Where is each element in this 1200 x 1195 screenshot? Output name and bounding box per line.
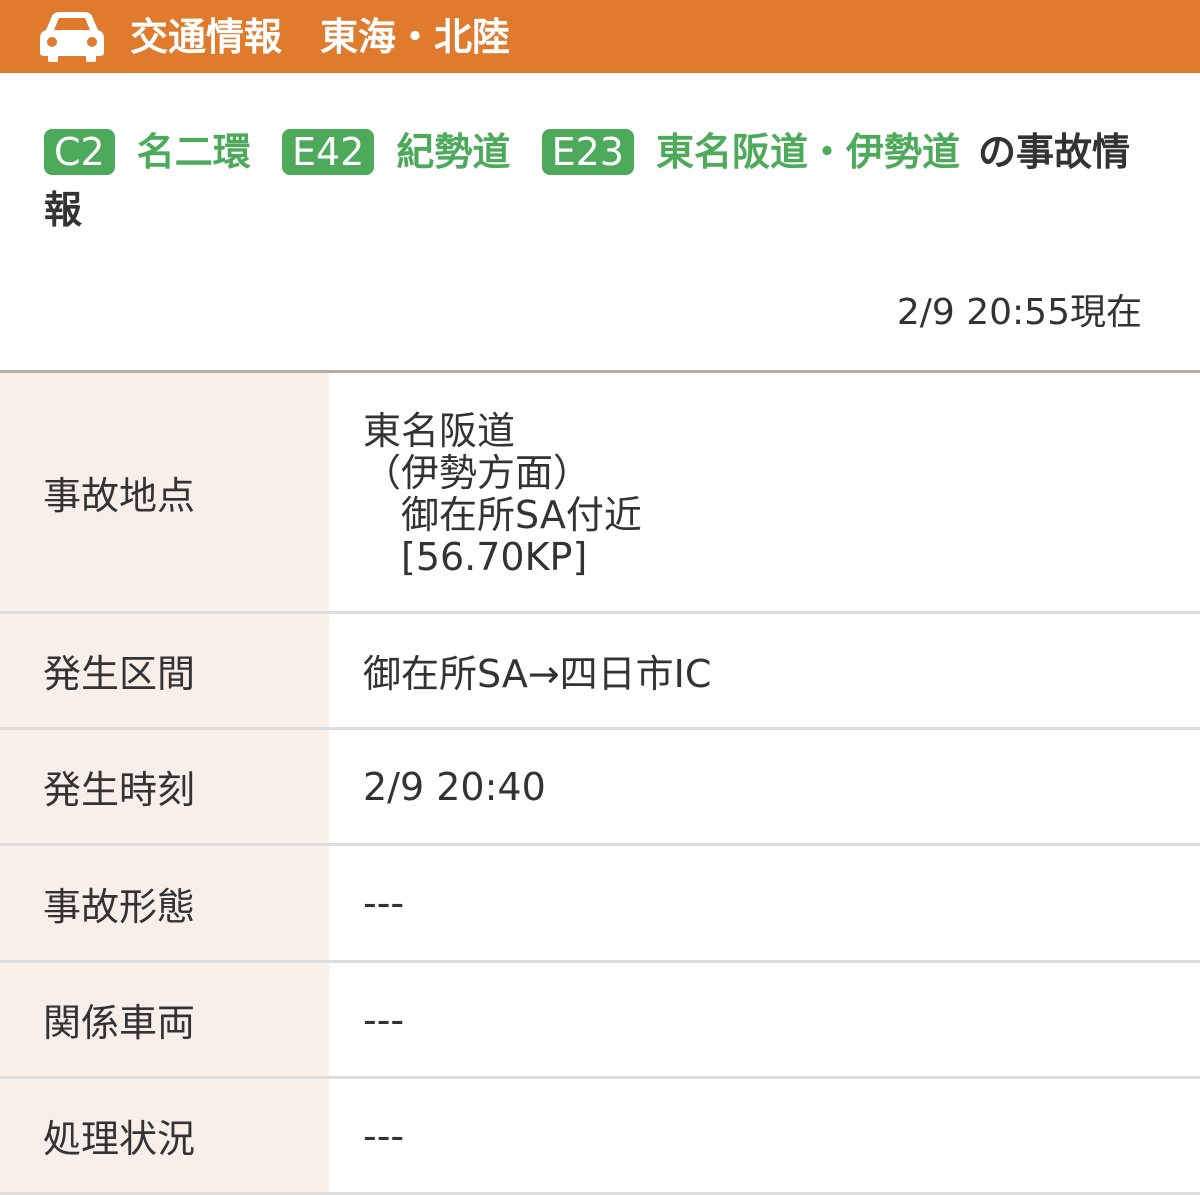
table-row: 処理状況 --- [0, 1079, 1200, 1195]
route-link[interactable]: 東名阪道・伊勢道 [656, 130, 960, 174]
row-value: 御在所SA→四日市IC [329, 614, 1200, 727]
location-line: 御在所SA付近 [363, 493, 642, 537]
row-label: 関係車両 [0, 963, 329, 1076]
location-value: 東名阪道 （伊勢方面） 御在所SA付近 [56.70KP] [363, 406, 642, 578]
table-row: 発生区間 御在所SA→四日市IC [0, 614, 1200, 730]
table-row: 事故形態 --- [0, 846, 1200, 963]
route-link[interactable]: 紀勢道 [396, 130, 510, 174]
location-line: [56.70KP] [363, 535, 588, 579]
row-value: 2/9 20:40 [329, 730, 1200, 843]
row-label: 処理状況 [0, 1079, 329, 1192]
updated-timestamp: 2/9 20:55現在 [896, 292, 1142, 333]
route-link[interactable]: 名二環 [137, 130, 251, 174]
route-badge[interactable]: E23 [541, 128, 634, 175]
row-label: 発生区間 [0, 614, 329, 727]
table-row: 発生時刻 2/9 20:40 [0, 730, 1200, 846]
row-label: 発生時刻 [0, 730, 329, 843]
accident-summary: C2 名二環 E42 紀勢道 E23 東名阪道・伊勢道 の事故情報 2/9 20:55現… [0, 73, 1200, 370]
route-list: C2 名二環 E42 紀勢道 E23 東名阪道・伊勢道 の事故情報 [44, 123, 1164, 239]
row-value: --- [329, 963, 1200, 1076]
route-badge[interactable]: C2 [44, 128, 115, 175]
header-bar: 交通情報 東海・北陸 [0, 0, 1200, 73]
table-row: 事故地点 東名阪道 （伊勢方面） 御在所SA付近 [56.70KP] [0, 373, 1200, 614]
row-value: 東名阪道 （伊勢方面） 御在所SA付近 [56.70KP] [329, 373, 1200, 611]
car-icon [40, 12, 104, 62]
table-row: 関係車両 --- [0, 963, 1200, 1079]
accident-details-table: 事故地点 東名阪道 （伊勢方面） 御在所SA付近 [56.70KP] 発生区間 … [0, 370, 1200, 1195]
page-title: 交通情報 東海・北陸 [130, 15, 511, 59]
row-value: --- [329, 1079, 1200, 1192]
row-label: 事故地点 [0, 373, 329, 611]
row-label: 事故形態 [0, 846, 329, 960]
row-value: --- [329, 846, 1200, 960]
location-line: （伊勢方面） [363, 451, 592, 495]
location-line: 東名阪道 [363, 409, 516, 453]
route-badge[interactable]: E42 [281, 128, 375, 175]
